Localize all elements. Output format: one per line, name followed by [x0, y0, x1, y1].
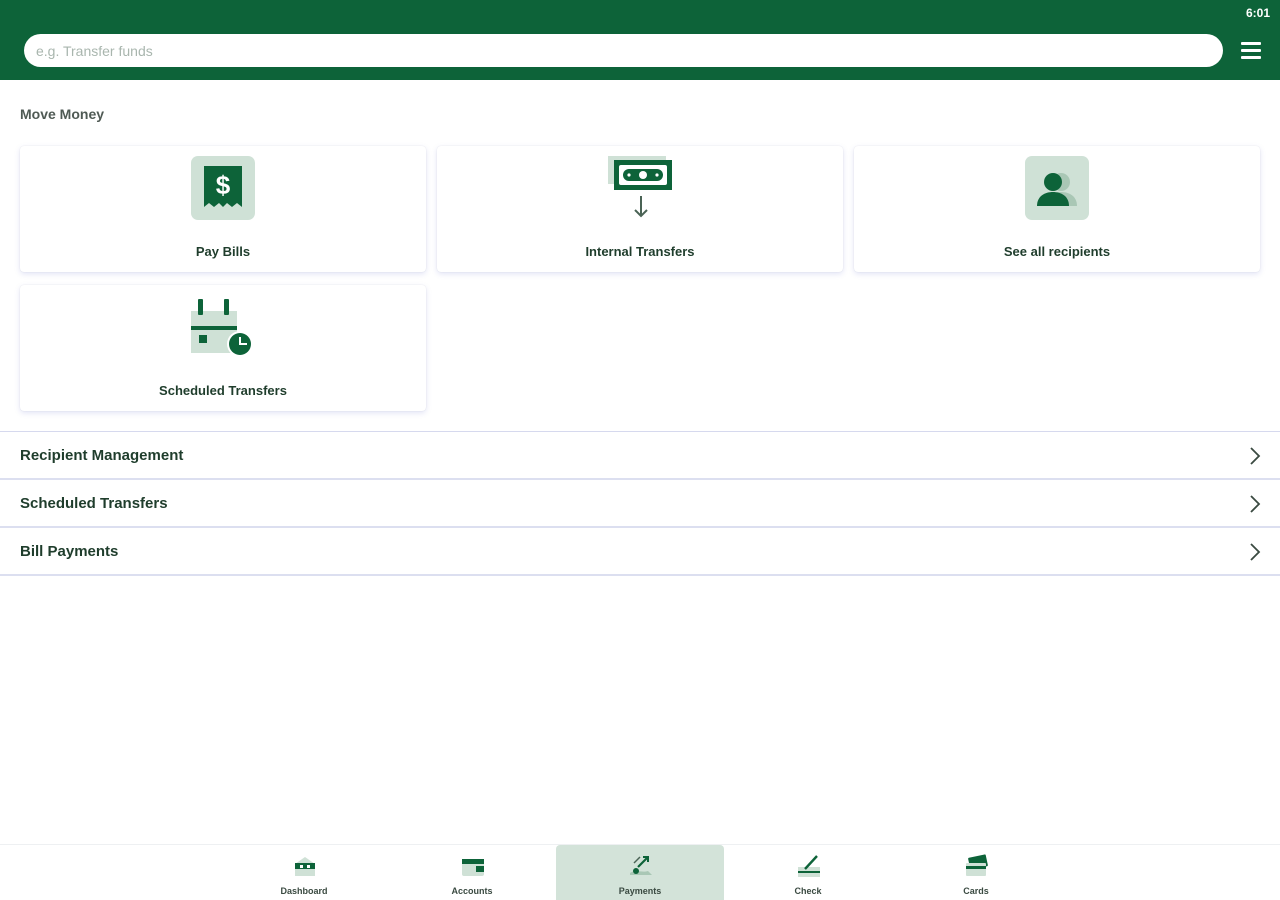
- row-label: Bill Payments: [20, 542, 119, 560]
- bottom-nav: Dashboard Accounts Payments Check Cards: [0, 844, 1280, 900]
- tile-label: Pay Bills: [195, 244, 251, 259]
- wallet-icon: [462, 859, 484, 876]
- cards-icon: [966, 854, 988, 876]
- nav-accounts[interactable]: Accounts: [388, 845, 556, 900]
- tile-pay-bills[interactable]: $ Pay Bills: [20, 146, 426, 272]
- hamburger-menu-icon[interactable]: [1241, 42, 1265, 64]
- tile-label: See all recipients: [1003, 244, 1111, 259]
- row-scheduled-transfers[interactable]: Scheduled Transfers: [0, 480, 1280, 528]
- tile-label: Internal Transfers: [585, 244, 695, 259]
- row-label: Recipient Management: [20, 446, 184, 464]
- nav-label: Accounts: [451, 886, 493, 896]
- recipients-icon: [1025, 156, 1089, 220]
- nav-cards[interactable]: Cards: [892, 845, 1060, 900]
- svg-text:$: $: [216, 170, 231, 200]
- chevron-right-icon: [1250, 495, 1261, 513]
- tile-internal-transfers[interactable]: Internal Transfers: [437, 146, 843, 272]
- nav-label: Cards: [963, 886, 989, 896]
- row-recipient-management[interactable]: Recipient Management: [0, 432, 1280, 480]
- nav-label: Dashboard: [280, 886, 328, 896]
- check-deposit-icon: [798, 855, 820, 877]
- section-title-move-money: Move Money: [20, 106, 105, 122]
- row-label: Scheduled Transfers: [20, 494, 168, 512]
- search-box[interactable]: [24, 34, 1223, 67]
- row-bill-payments[interactable]: Bill Payments: [0, 528, 1280, 576]
- money-transfer-icon: [608, 154, 672, 220]
- nav-label: Payments: [618, 886, 662, 896]
- tile-scheduled-transfers[interactable]: Scheduled Transfers: [20, 285, 426, 411]
- nav-check[interactable]: Check: [724, 845, 892, 900]
- chevron-right-icon: [1250, 543, 1261, 561]
- chevron-right-icon: [1250, 447, 1261, 465]
- tile-see-all-recipients[interactable]: See all recipients: [854, 146, 1260, 272]
- nav-label: Check: [794, 886, 822, 896]
- tile-label: Scheduled Transfers: [159, 383, 287, 398]
- dashboard-home-icon: [295, 857, 315, 876]
- nav-payments[interactable]: Payments: [556, 845, 724, 900]
- status-time: 6:01: [1245, 6, 1270, 20]
- search-input[interactable]: [36, 34, 1223, 67]
- bill-dollar-icon: $: [191, 156, 255, 220]
- calendar-clock-icon: [191, 295, 255, 359]
- nav-dashboard[interactable]: Dashboard: [220, 845, 388, 900]
- settings-list: Recipient Management Scheduled Transfers…: [0, 431, 1280, 576]
- payments-icon: [630, 856, 652, 875]
- app-header: [0, 0, 1280, 80]
